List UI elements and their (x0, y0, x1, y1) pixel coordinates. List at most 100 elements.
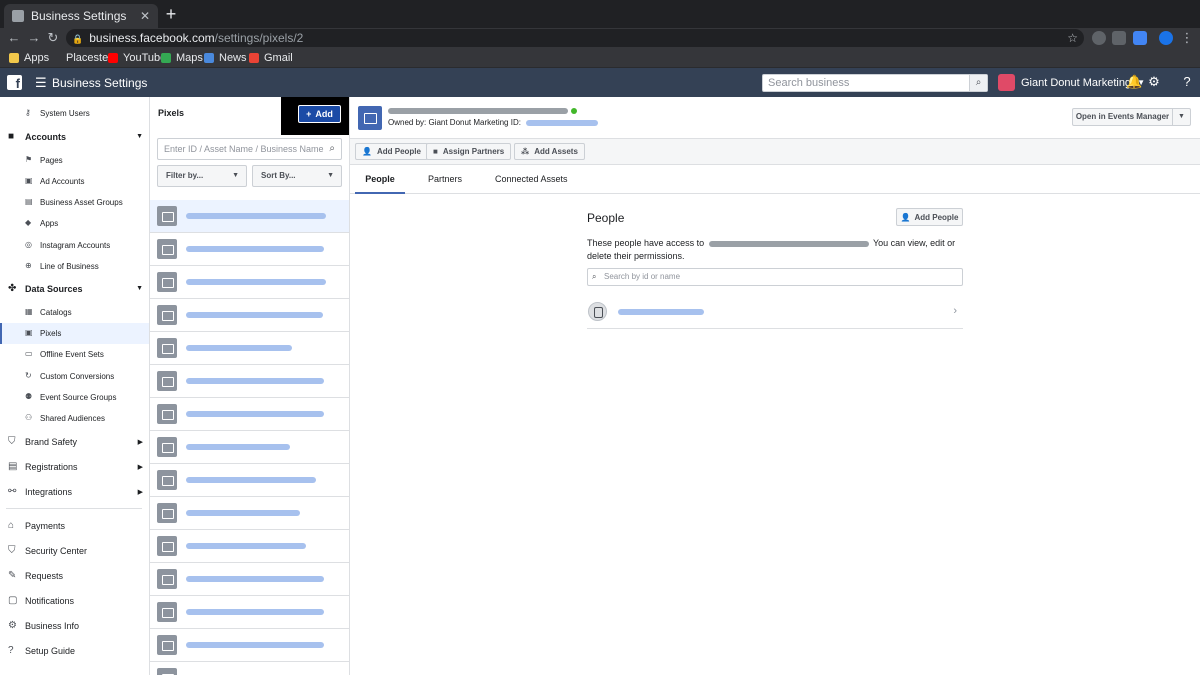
pixel-list-item[interactable] (150, 662, 349, 675)
bookmark-gmail[interactable]: Gmail (249, 48, 293, 68)
sidebar-item-instagram-accounts[interactable]: ◎ Instagram Accounts (0, 235, 149, 256)
pixel-list-item[interactable] (150, 200, 349, 233)
pixel-icon (157, 668, 177, 675)
sidebar-item-label: Integrations (25, 487, 73, 497)
sidebar-item-system-users[interactable]: ⚷ System Users (0, 103, 149, 124)
pixel-list-item[interactable] (150, 497, 349, 530)
help-icon[interactable]: ? (1180, 75, 1194, 89)
add-pixel-button[interactable]: + Add (298, 105, 341, 123)
sidebar-section-accounts[interactable]: ■ Accounts ▼ (0, 126, 149, 148)
sidebar-item-shared-audiences[interactable]: ⚇ Shared Audiences (0, 408, 149, 429)
sidebar-item-line-of-business[interactable]: ⊕ Line of Business (0, 256, 149, 277)
sidebar-section-data-sources[interactable]: ✤ Data Sources ▼ (0, 278, 149, 300)
business-account-switcher[interactable]: Giant Donut Marketing ▼ (998, 74, 1145, 91)
pixel-icon (157, 239, 177, 259)
pixel-list-item[interactable] (150, 299, 349, 332)
pixel-list-item[interactable] (150, 332, 349, 365)
sidebar-item-ad-accounts[interactable]: ▣ Ad Accounts (0, 171, 149, 192)
pixel-icon (157, 206, 177, 226)
add-people-action-button[interactable]: 👤 Add People (355, 143, 428, 160)
sidebar-item-payments[interactable]: ⌂ Payments (0, 515, 149, 537)
sidebar-item-label: Instagram Accounts (40, 241, 111, 250)
hamburger-menu-icon[interactable]: ☰ (35, 76, 47, 89)
profile-avatar-icon[interactable] (1159, 31, 1173, 45)
bookmark-placester[interactable]: Placester (66, 48, 112, 68)
browser-menu-icon[interactable]: ⋮ (1179, 28, 1195, 48)
extension-icon[interactable] (1133, 31, 1147, 45)
extension-icon[interactable] (1092, 31, 1106, 45)
bookmark-apps[interactable]: Apps (9, 48, 49, 68)
sidebar-item-event-source-groups[interactable]: ⚉ Event Source Groups (0, 387, 149, 408)
add-people-button[interactable]: 👤 Add People (896, 208, 963, 226)
pixel-list-item[interactable] (150, 530, 349, 563)
gear-icon: ⚙ (8, 620, 17, 631)
chevron-down-icon: ▼ (136, 133, 143, 140)
reload-icon[interactable]: ↻ (45, 28, 61, 48)
bookmark-maps[interactable]: Maps (161, 48, 203, 68)
facebook-logo-icon[interactable]: f (7, 75, 22, 91)
notifications-bell-icon[interactable]: 🔔 (1126, 75, 1142, 89)
pixel-list-item[interactable] (150, 431, 349, 464)
pixel-list-item[interactable] (150, 464, 349, 497)
chevron-down-icon: ▼ (136, 285, 143, 292)
page-title: Business Settings (52, 76, 148, 90)
chevron-right-icon[interactable]: › (953, 305, 957, 317)
sidebar-item-setup-guide[interactable]: ? Setup Guide (0, 640, 149, 662)
people-search-input[interactable]: ⌕ Search by id or name (587, 268, 963, 286)
back-arrow-icon[interactable]: ← (6, 28, 22, 48)
tab-partners[interactable]: Partners (428, 165, 462, 194)
tab-connected-assets[interactable]: Connected Assets (495, 165, 568, 194)
sidebar-item-notifications[interactable]: ▢ Notifications (0, 590, 149, 612)
bookmark-youtube[interactable]: YouTube (108, 48, 166, 68)
maps-icon (161, 53, 171, 63)
pixel-list-item[interactable] (150, 233, 349, 266)
filter-dropdown[interactable]: Filter by... ▼ (157, 165, 247, 187)
sidebar-item-pages[interactable]: ⚑ Pages (0, 150, 149, 171)
avatar (588, 302, 607, 321)
audience-icon: ⚇ (25, 413, 33, 422)
pixel-list-item[interactable] (150, 629, 349, 662)
pixel-icon (157, 602, 177, 622)
pixel-list-item[interactable] (150, 365, 349, 398)
extension-icon[interactable] (1112, 31, 1126, 45)
open-events-manager-button[interactable]: Open in Events Manager (1072, 108, 1173, 126)
sidebar-item-requests[interactable]: ✎ Requests (0, 565, 149, 587)
sidebar-item-label: Data Sources (25, 284, 83, 294)
sidebar-item-business-asset-groups[interactable]: ▤ Business Asset Groups (0, 192, 149, 213)
open-events-manager-dropdown[interactable]: ▼ (1172, 108, 1191, 126)
pixel-name-redacted (186, 312, 323, 318)
search-icon[interactable]: ⌕ (969, 75, 987, 91)
business-search-input[interactable]: Search business ⌕ (762, 74, 988, 92)
url-input[interactable]: 🔒 business.facebook.com/settings/pixels/2… (66, 29, 1084, 47)
sidebar-item-integrations[interactable]: ⚯ Integrations ▶ (0, 481, 149, 503)
forward-arrow-icon[interactable]: → (26, 28, 42, 48)
tab-close-icon[interactable]: ✕ (140, 9, 150, 23)
sidebar-item-pixels[interactable]: ▣ Pixels (0, 323, 149, 344)
sidebar-item-catalogs[interactable]: ▦ Catalogs (0, 302, 149, 323)
tab-people[interactable]: People (355, 165, 405, 194)
add-assets-button[interactable]: ⁂ Add Assets (514, 143, 585, 160)
pixel-list-item[interactable] (150, 596, 349, 629)
sidebar-item-label: Registrations (25, 462, 78, 472)
bookmark-news[interactable]: News (204, 48, 247, 68)
pixel-list-item[interactable] (150, 563, 349, 596)
assign-partners-button[interactable]: ■ Assign Partners (426, 143, 512, 160)
sidebar-item-registrations[interactable]: ▤ Registrations ▶ (0, 456, 149, 478)
browser-tab[interactable]: Business Settings ✕ (4, 4, 158, 28)
pixel-name-redacted (186, 576, 324, 582)
sidebar-item-offline-event-sets[interactable]: ▭ Offline Event Sets (0, 344, 149, 365)
person-row[interactable]: › (587, 297, 963, 329)
settings-gear-icon[interactable]: ⚙ (1147, 75, 1161, 89)
sidebar-item-security-center[interactable]: ⛉ Security Center (0, 540, 149, 562)
sidebar-item-business-info[interactable]: ⚙ Business Info (0, 615, 149, 637)
sort-dropdown[interactable]: Sort By... ▼ (252, 165, 342, 187)
sidebar-item-custom-conversions[interactable]: ↻ Custom Conversions (0, 366, 149, 387)
sidebar-item-brand-safety[interactable]: ⛉ Brand Safety ▶ (0, 431, 149, 453)
new-tab-button[interactable]: + (162, 4, 180, 24)
pixel-search-input[interactable]: Enter ID / Asset Name / Business Name ⌕ (157, 138, 342, 160)
tab-title: Business Settings (31, 9, 127, 23)
pixel-list-item[interactable] (150, 266, 349, 299)
sidebar-item-apps[interactable]: ◆ Apps (0, 213, 149, 234)
bookmark-star-icon[interactable]: ☆ (1067, 29, 1078, 47)
pixel-list-item[interactable] (150, 398, 349, 431)
